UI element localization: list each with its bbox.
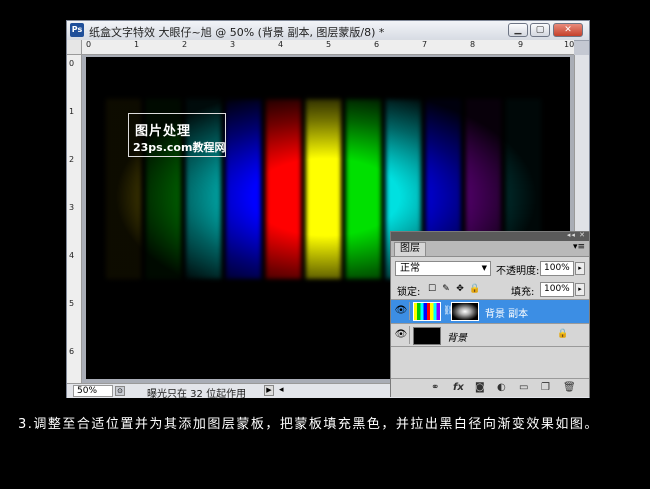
- watermark-suffix: 教程网: [192, 141, 226, 154]
- ruler-label: 4: [69, 251, 75, 260]
- opacity-label: 不透明度:: [496, 266, 540, 277]
- ruler-label: 5: [326, 40, 332, 49]
- ruler-label: 6: [69, 347, 75, 356]
- minimize-icon: ▁: [514, 25, 522, 35]
- maximize-icon: ▢: [535, 25, 545, 35]
- status-message: 曝光只在 32 位起作用: [147, 389, 247, 400]
- blend-mode-select[interactable]: 正常 ▼: [395, 261, 491, 276]
- ruler-label: 1: [134, 40, 140, 49]
- panel-tab-bar: 图层 ▾≡: [391, 241, 589, 257]
- document-title: 纸盒文字特效 大眼仔~旭 @ 50% (背景 副本, 图层蒙版/8) *: [89, 26, 385, 39]
- ruler-label: 3: [230, 40, 236, 49]
- ruler-label: 4: [278, 40, 284, 49]
- opacity-input[interactable]: 100%: [540, 261, 574, 276]
- adjustment-icon[interactable]: ◐: [497, 382, 506, 393]
- watermark-domain: 23ps.com: [133, 141, 193, 154]
- layer-thumbnail[interactable]: [413, 302, 441, 321]
- lock-pixels-brush-icon[interactable]: ✎: [441, 284, 451, 294]
- minimize-button[interactable]: ▁: [508, 23, 528, 37]
- collapse-panel-icon[interactable]: ◂◂ ✕: [567, 231, 586, 239]
- trash-icon[interactable]: 🗑: [563, 382, 576, 393]
- zoom-icon[interactable]: ⊙: [115, 386, 125, 396]
- layer-name[interactable]: 背景 副本: [485, 305, 528, 320]
- close-button[interactable]: ✕: [553, 23, 583, 37]
- watermark-url: 23ps.com教程网: [133, 139, 225, 155]
- ruler-label: 3: [69, 203, 75, 212]
- watermark-logo: 图片处理 23ps.com教程网: [128, 113, 226, 157]
- opacity-slider-arrow-icon[interactable]: ▸: [575, 262, 585, 275]
- add-mask-icon[interactable]: ◙: [475, 382, 485, 393]
- zoom-level-field[interactable]: 50%: [73, 385, 113, 397]
- tutorial-caption: 3.调整至合适位置并为其添加图层蒙板，把蒙板填充黑色，并拉出黑白径向渐变效果如图…: [18, 417, 599, 432]
- ruler-label: 0: [69, 59, 75, 68]
- ruler-label: 8: [470, 40, 476, 49]
- ruler-label: 1: [69, 107, 75, 116]
- fill-label: 填充:: [511, 287, 535, 298]
- chevron-down-icon: ▼: [481, 264, 487, 272]
- ruler-label: 9: [518, 40, 524, 49]
- title-bar[interactable]: Ps 纸盒文字特效 大眼仔~旭 @ 50% (背景 副本, 图层蒙版/8) * …: [67, 21, 589, 41]
- horizontal-ruler[interactable]: 0 1 2 3 4 5 6 7 8 9 10: [82, 40, 574, 55]
- layers-panel: ◂◂ ✕ 图层 ▾≡ 正常 ▼ 不透明度: 100% ▸ 锁定: ☐ ✎ ✥ 🔒…: [390, 231, 590, 397]
- status-menu-arrow-icon[interactable]: ▶: [264, 385, 274, 396]
- maximize-button[interactable]: ▢: [530, 23, 550, 37]
- visibility-eye-icon[interactable]: 👁: [393, 326, 410, 344]
- photoshop-app-icon: Ps: [70, 23, 84, 37]
- tab-layers[interactable]: 图层: [394, 242, 426, 256]
- watermark-text: 图片处理: [135, 124, 192, 139]
- layer-row-background[interactable]: 👁 背景 🔒: [391, 323, 589, 347]
- fx-icon[interactable]: fx: [453, 382, 464, 393]
- blend-mode-value: 正常: [400, 263, 420, 274]
- scroll-left-arrow-icon[interactable]: ◂: [279, 385, 284, 395]
- group-icon[interactable]: ▭: [519, 382, 528, 393]
- ruler-label: 10: [564, 40, 575, 49]
- visibility-eye-icon[interactable]: 👁: [393, 302, 410, 320]
- layer-mask-thumbnail[interactable]: [451, 302, 479, 321]
- panel-menu-icon[interactable]: ▾≡: [573, 242, 585, 252]
- ruler-label: 0: [86, 40, 92, 49]
- link-icon[interactable]: ⚭: [431, 382, 439, 393]
- ruler-label: 7: [422, 40, 428, 49]
- layer-lock-icon: 🔒: [557, 329, 569, 339]
- layer-row-background-copy[interactable]: 👁 ⛓ 背景 副本: [391, 299, 589, 323]
- ruler-origin[interactable]: [67, 40, 82, 55]
- fill-slider-arrow-icon[interactable]: ▸: [575, 283, 585, 296]
- vertical-ruler[interactable]: 0 1 2 3 4 5 6: [67, 55, 82, 383]
- ruler-label: 6: [374, 40, 380, 49]
- panel-bottom-toolbar: ⚭ fx ◙ ◐ ▭ ❐ 🗑: [391, 378, 589, 397]
- ruler-label: 2: [69, 155, 75, 164]
- lock-label: 锁定:: [397, 287, 421, 298]
- fill-input[interactable]: 100%: [540, 282, 574, 297]
- layer-name[interactable]: 背景: [447, 329, 467, 344]
- new-layer-icon[interactable]: ❐: [541, 382, 550, 393]
- layer-thumbnail[interactable]: [413, 327, 441, 345]
- ruler-label: 2: [182, 40, 188, 49]
- lock-position-move-icon[interactable]: ✥: [455, 284, 465, 294]
- ruler-label: 5: [69, 299, 75, 308]
- panel-header-strip[interactable]: ◂◂ ✕: [391, 231, 589, 241]
- lock-transparent-icon[interactable]: ☐: [427, 284, 437, 294]
- lock-all-icon[interactable]: 🔒: [469, 284, 480, 294]
- close-icon: ✕: [564, 25, 572, 35]
